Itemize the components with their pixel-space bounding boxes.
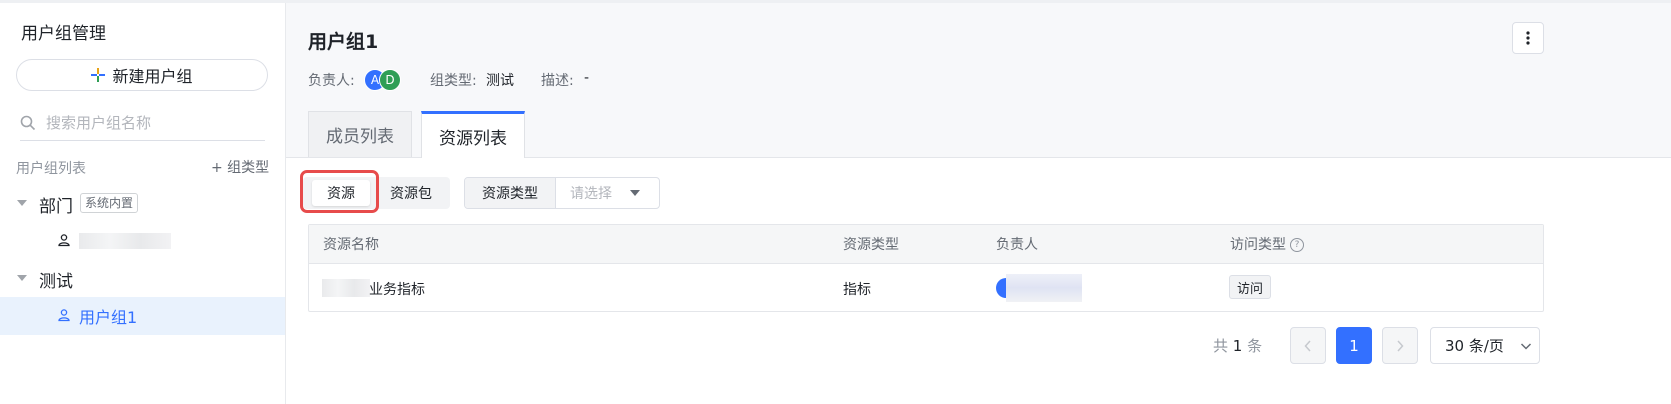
description-label: 描述: <box>541 73 574 89</box>
tab-members[interactable]: 成员列表 <box>308 111 412 157</box>
group-list-header: 用户组列表 <box>16 161 86 177</box>
dropdown-arrow-icon <box>630 190 640 196</box>
search-icon <box>20 115 36 131</box>
total-count: 共 1 条 <box>1213 337 1263 355</box>
search-input[interactable] <box>44 113 248 133</box>
page-number-button[interactable]: 1 <box>1336 327 1372 364</box>
resource-type-filter: 资源类型 请选择 <box>464 177 660 209</box>
tree-group-ceshi[interactable]: 测试 <box>39 267 73 292</box>
resource-table <box>308 224 1544 312</box>
next-page-button[interactable] <box>1382 327 1418 364</box>
sidebar-title: 用户组管理 <box>21 24 106 44</box>
owner-label: 负责人: <box>308 73 355 89</box>
plus-icon <box>91 68 106 82</box>
chevron-down-icon[interactable] <box>17 275 27 281</box>
tree-group-bumen[interactable]: 部门 <box>39 192 73 217</box>
group-search <box>20 106 265 141</box>
add-group-type-button[interactable]: + 组类型 <box>211 157 269 177</box>
chevron-left-icon <box>1304 339 1311 352</box>
tab-resources[interactable]: 资源列表 <box>421 111 525 158</box>
user-icon <box>58 309 70 322</box>
group-type-label: 组类型: <box>430 73 477 89</box>
more-button[interactable] <box>1512 22 1544 54</box>
chevron-right-icon <box>1397 339 1404 352</box>
help-icon[interactable]: ? <box>1290 238 1304 252</box>
description-value: - <box>584 70 590 86</box>
more-vertical-icon <box>1526 31 1530 45</box>
column-header: 资源名称 <box>323 237 379 253</box>
resource-type-select[interactable]: 请选择 <box>556 178 659 208</box>
new-group-label: 新建用户组 <box>112 67 193 86</box>
group-type-value: 测试 <box>486 73 514 89</box>
user-icon <box>58 234 70 247</box>
system-builtin-tag: 系统内置 <box>80 193 139 213</box>
resource-type: 指标 <box>843 282 871 298</box>
owner-redacted <box>1006 274 1082 302</box>
resource-type-label: 资源类型 <box>465 178 556 208</box>
chevron-down-icon <box>1520 342 1531 350</box>
tree-item-selected[interactable] <box>0 297 285 335</box>
column-header: 负责人 <box>996 237 1038 253</box>
column-header-access: 访问类型? <box>1230 234 1304 254</box>
avatar[interactable]: D <box>379 69 401 91</box>
tree-item-redacted[interactable] <box>79 233 171 249</box>
new-group-button[interactable]: 新建用户组 <box>16 59 268 91</box>
page-size-select[interactable]: 30 条/页 <box>1430 327 1540 364</box>
tree-item-label[interactable]: 用户组1 <box>79 304 137 328</box>
resource-name-redacted <box>322 279 370 297</box>
segment-resource-package[interactable]: 资源包 <box>378 180 444 206</box>
resource-name[interactable]: 业务指标 <box>369 279 425 299</box>
column-header: 资源类型 <box>843 237 899 253</box>
table-header <box>309 225 1543 264</box>
page-size-value: 30 条/页 <box>1445 337 1504 355</box>
page-title: 用户组1 <box>308 31 379 53</box>
resource-type-placeholder: 请选择 <box>570 186 612 202</box>
highlight-annotation <box>300 170 379 213</box>
prev-page-button[interactable] <box>1290 327 1326 364</box>
access-type-tag: 访问 <box>1229 275 1272 299</box>
chevron-down-icon[interactable] <box>17 200 27 206</box>
column-header: 访问类型 <box>1230 237 1286 253</box>
